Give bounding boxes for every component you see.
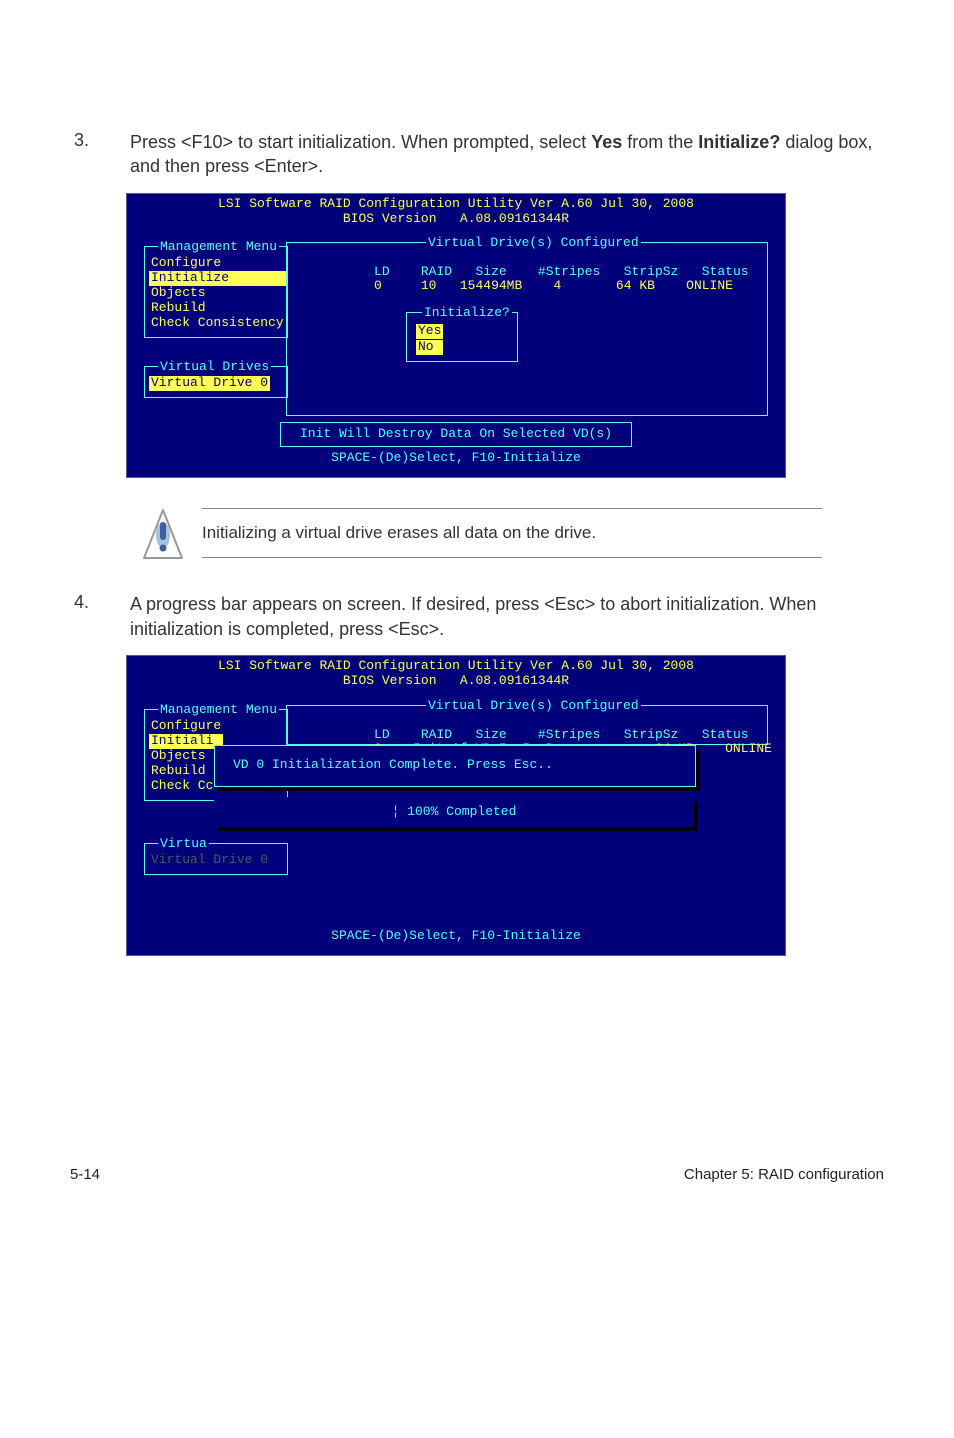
step-4-num: 4. (70, 592, 130, 613)
bios-screenshot-2: LSI Software RAID Configuration Utility … (126, 655, 884, 956)
mgmt-panel-title: Management Menu (158, 240, 279, 255)
row-size: 154494MB (460, 278, 522, 293)
mgmt-checkconsistency[interactable]: Check Consistency (149, 316, 286, 331)
progress-label: ¦ 100% Completed (214, 797, 694, 828)
initialize-options: Yes No (416, 324, 443, 355)
note-text: Initializing a virtual drive erases all … (202, 508, 822, 558)
row-stripsz: 64 KB (616, 278, 655, 293)
row-ld: 0 (374, 278, 382, 293)
row-stripes: 4 (554, 278, 562, 293)
bios-title: LSI Software RAID Configuration Utility … (126, 193, 786, 237)
page-number: 5-14 (70, 1166, 100, 1183)
bios-footer: SPACE-(De)Select, F10-Initialize (126, 447, 786, 468)
step-3-num: 3. (70, 130, 130, 151)
vd-item-0[interactable]: Virtual Drive 0 (149, 376, 270, 391)
chapter-label: Chapter 5: RAID configuration (684, 1166, 884, 1183)
mgmt-objects[interactable]: Objects (149, 286, 286, 301)
bios2-title-line2: BIOS Version A.08.09161344R (343, 673, 569, 688)
mgmt2-rebuild[interactable]: Rebuild (149, 764, 223, 779)
vd-list-2: Virtual Drive 0 (149, 853, 270, 868)
mgmt-initialize[interactable]: Initialize (149, 271, 286, 286)
vd-panel-title-2: Virtual Drive(s) Configured (426, 699, 641, 714)
mgmt-configure[interactable]: Configure (149, 256, 286, 271)
caution-icon (142, 508, 184, 562)
page-footer: 5-14 Chapter 5: RAID configuration (0, 1166, 954, 1223)
bios2-footer: SPACE-(De)Select, F10-Initialize (126, 925, 786, 946)
init-yes[interactable]: Yes (416, 324, 443, 339)
vd-row: 0 10 154494MB 4 64 KB ONLINE (296, 264, 733, 309)
vd-panel-title: Virtual Drive(s) Configured (426, 236, 641, 251)
initialize-dialog-title: Initialize? (422, 306, 512, 321)
vd-item-0-dim[interactable]: Virtual Drive 0 (149, 853, 270, 868)
row-status: ONLINE (686, 278, 733, 293)
init-no[interactable]: No (416, 340, 443, 355)
mgmt-items: Configure Initialize Objects Rebuild Che… (149, 256, 286, 331)
row-raid: 10 (421, 278, 437, 293)
step-3-bold2: Initialize? (698, 132, 780, 152)
step-3-bold1: Yes (591, 132, 622, 152)
step-4: 4. A progress bar appears on screen. If … (70, 592, 884, 641)
init-complete-box: VD 0 Initialization Complete. Press Esc.… (214, 745, 696, 787)
bios2-title-line1: LSI Software RAID Configuration Utility … (218, 658, 694, 673)
mgmt-rebuild[interactable]: Rebuild (149, 301, 286, 316)
step-3-mid: from the (622, 132, 698, 152)
step-3-text: Press <F10> to start initialization. Whe… (130, 130, 884, 179)
virtua-title: Virtua (158, 837, 209, 852)
mgmt2-checkcc[interactable]: Check Cc (149, 779, 223, 794)
init-complete-msg: VD 0 Initialization Complete. Press Esc.… (215, 746, 695, 785)
row2-status: ONLINE (725, 741, 772, 756)
virtual-drives-title: Virtual Drives (158, 360, 271, 375)
vd-list: Virtual Drive 0 (149, 376, 270, 391)
bios-title-line2: BIOS Version A.08.09161344R (343, 211, 569, 226)
step-3: 3. Press <F10> to start initialization. … (70, 130, 884, 179)
bios-screenshot-1: LSI Software RAID Configuration Utility … (126, 193, 884, 479)
mgmt2-objects[interactable]: Objects (149, 749, 223, 764)
bios2-title: LSI Software RAID Configuration Utility … (126, 655, 786, 699)
mgmt2-configure[interactable]: Configure (149, 719, 223, 734)
warning-bar: Init Will Destroy Data On Selected VD(s) (280, 422, 632, 447)
mgmt2-initialize[interactable]: Initiali (149, 734, 223, 749)
step-3-pre: Press <F10> to start initialization. Whe… (130, 132, 591, 152)
note-block: Initializing a virtual drive erases all … (142, 508, 884, 562)
mgmt-panel-title-2: Management Menu (158, 703, 279, 718)
mgmt-items-2: Configure Initiali Objects Rebuild Check… (149, 719, 223, 794)
bios-title-line1: LSI Software RAID Configuration Utility … (218, 196, 694, 211)
progress-box: ¦ 100% Completed (214, 797, 694, 827)
step-4-text: A progress bar appears on screen. If des… (130, 592, 884, 641)
